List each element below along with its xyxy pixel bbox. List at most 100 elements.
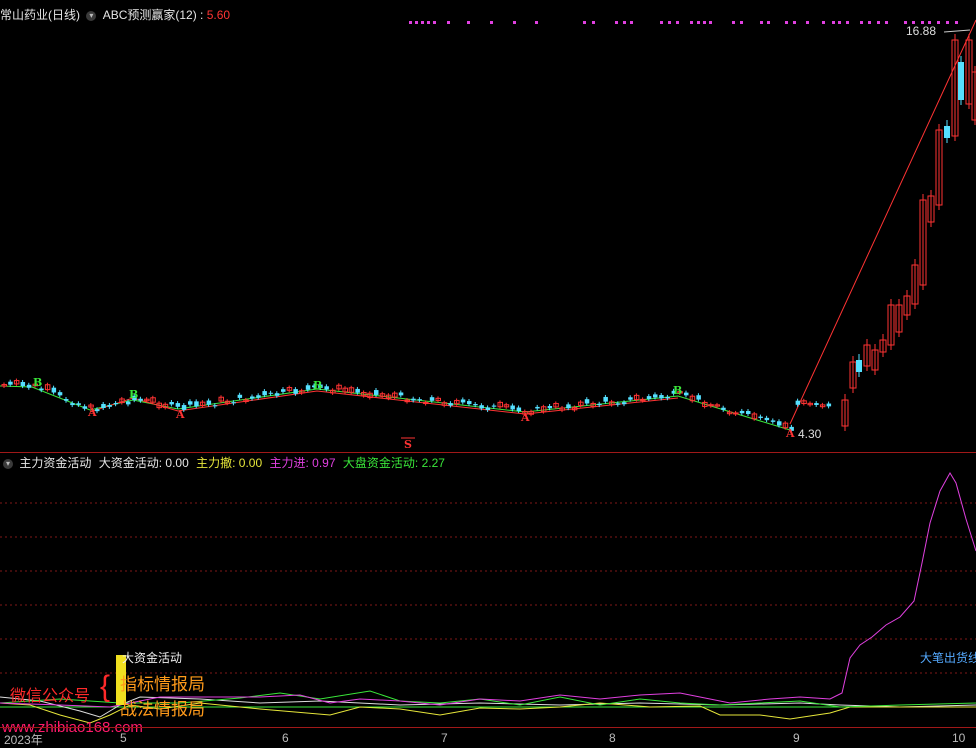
candle [70,403,75,406]
high-price-label: 16.88 [906,24,937,38]
signal-dot [785,21,788,24]
signal-dot [806,21,809,24]
signal-dot [767,21,770,24]
candle [491,405,497,407]
buy-signal-mark: B [673,384,682,397]
candle [194,401,199,407]
signal-dot [877,21,880,24]
signal-dot [535,21,538,24]
signal-dot [868,21,871,24]
candle [622,402,627,405]
x-tick-label: 9 [793,731,800,745]
candle [293,389,298,394]
candle [684,392,689,396]
x-tick-label: 5 [120,731,127,745]
candle [51,387,57,393]
low-price-label: 4.30 [798,427,822,441]
signal-dot [409,21,412,24]
candle [206,400,212,405]
candle [777,421,782,426]
candle [746,410,751,414]
candle [126,401,131,405]
candle [739,410,745,414]
turn-signal-mark: A [520,411,530,424]
signal-dot [421,21,424,24]
signal-dot [955,21,958,24]
candle [20,381,26,387]
candle [256,395,261,398]
signal-dot [846,21,849,24]
candle [237,394,243,398]
candle [374,390,379,395]
x-axis: 2023年 5 6 7 8 9 10 [0,727,976,747]
candle [57,392,63,396]
candle [659,395,664,399]
candle [603,396,608,402]
signal-dot [447,21,450,24]
signal-dot [732,21,735,24]
candle [169,401,174,405]
signal-dot [592,21,595,24]
candle [646,396,652,400]
candle [535,406,540,409]
candle [721,407,726,410]
candle [547,406,553,409]
candle [262,391,267,396]
signal-dot [946,21,949,24]
big-fund-annotation: 大资金活动 [122,651,183,665]
buy-signal-mark: B [33,376,42,389]
signal-dot [709,21,712,24]
candle [826,403,832,407]
signal-dot [467,21,470,24]
collapse-icon[interactable]: ▾ [86,10,97,21]
candle [274,393,280,396]
stock-title: 常山药业(日线) [0,8,80,22]
candle [8,381,13,385]
buy-signal-mark: B [313,379,322,392]
candle [107,404,112,407]
candle [448,403,453,406]
buy-signal-mark: B [129,388,138,401]
signal-dot [885,21,888,24]
big-sell-annotation: 大笔出货线 [920,651,976,665]
watermark-line1: 指标情报局 [120,675,205,694]
candle [417,399,422,401]
candle [82,406,88,409]
candle [696,395,701,400]
candle [268,392,274,394]
candle [958,62,964,100]
signal-dot [703,21,706,24]
signal-dot [427,21,430,24]
price-panel[interactable]: BBBBAAAAS 常山药业(日线) ▾ ABC预测赢家(12) : 5.60 … [0,0,976,452]
candle [113,403,119,405]
candle [250,396,255,399]
upper-panel-header: 常山药业(日线) ▾ ABC预测赢家(12) : 5.60 [0,6,230,23]
signal-dot [415,21,418,24]
candle [758,416,763,418]
signal-dot [838,21,841,24]
candle [76,403,81,405]
candle [26,384,32,388]
candle [566,404,571,409]
x-tick-label: 2023年 [4,733,43,747]
candle [305,385,311,390]
breakout-line [789,19,976,425]
signal-dot [937,21,940,24]
signal-dot [832,21,835,24]
sell-signal-mark: S [404,438,412,451]
candle [101,403,106,409]
candle [653,394,658,398]
candle [795,400,801,405]
candle [398,392,404,396]
signal-dot [860,21,863,24]
x-tick-label: 7 [441,731,448,745]
signal-dot [583,21,586,24]
candle [281,389,286,392]
candlestick-chart: B B B B A A A A S [0,19,976,451]
candle [510,405,515,410]
signal-dot [433,21,436,24]
candle [665,396,670,399]
signal-dot [676,21,679,24]
high-pointer-line [943,29,971,33]
candle [64,399,69,401]
